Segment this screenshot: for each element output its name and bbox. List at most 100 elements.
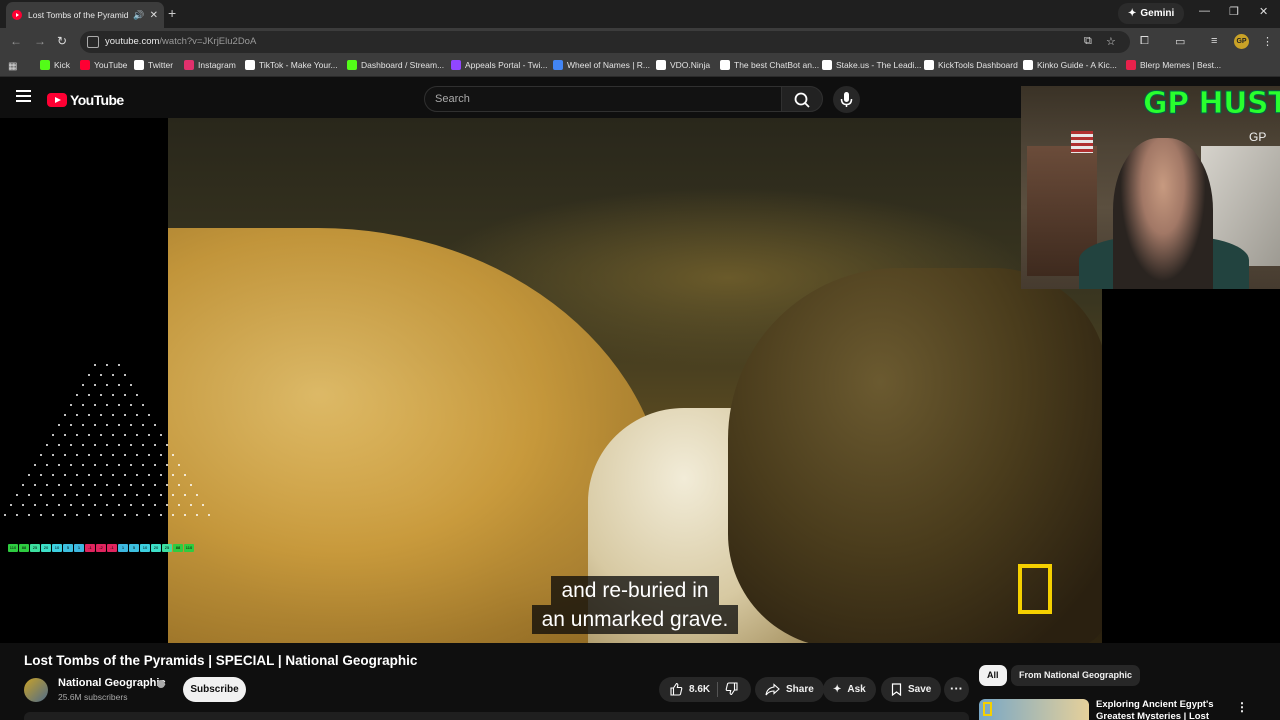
bookmark-label: Kick xyxy=(54,60,71,70)
bookmark-item[interactable]: Stake.us - The Leadi... xyxy=(822,60,921,70)
description-box[interactable] xyxy=(24,712,969,720)
plinko-peg xyxy=(88,454,90,456)
ask-button[interactable]: ✦ Ask xyxy=(823,677,876,702)
extensions-icon[interactable]: ⧠ xyxy=(1140,35,1149,48)
plinko-peg xyxy=(124,434,126,436)
bookmark-item[interactable]: VDO.Ninja xyxy=(656,60,710,70)
browser-menu-icon[interactable]: ⋮ xyxy=(1262,35,1273,48)
plinko-peg xyxy=(160,474,162,476)
thumbs-down-icon xyxy=(725,682,738,696)
bookmark-item[interactable]: The best ChatBot an... xyxy=(720,60,819,70)
speaker-icon[interactable]: 🔊 xyxy=(133,10,144,21)
plinko-peg xyxy=(88,394,90,396)
voice-search-button[interactable] xyxy=(833,86,860,113)
back-icon[interactable]: ← xyxy=(10,34,22,48)
bookmark-favicon-icon xyxy=(1126,60,1136,70)
like-button[interactable]: 8.6K xyxy=(669,682,710,696)
gemini-button[interactable]: ✦ Gemini xyxy=(1118,3,1185,24)
media-control-icon[interactable]: ≡ xyxy=(1211,35,1217,47)
profile-avatar[interactable]: GP xyxy=(1234,34,1249,49)
install-app-icon[interactable]: ⧉ xyxy=(1084,35,1092,48)
save-button[interactable]: Save xyxy=(881,677,942,702)
bookmark-label: Wheel of Names | R... xyxy=(567,60,650,70)
plinko-peg xyxy=(58,424,60,426)
recommended-thumbnail[interactable] xyxy=(979,699,1089,720)
close-tab-icon[interactable]: ✕ xyxy=(150,10,158,21)
plinko-peg xyxy=(136,474,138,476)
plinko-multiplier: 110 xyxy=(184,544,194,552)
plinko-peg xyxy=(40,454,42,456)
url-text[interactable]: youtube.com/watch?v=JKrjElu2DoA xyxy=(105,36,256,47)
bookmark-item[interactable]: TikTok - Make Your... xyxy=(245,60,338,70)
bookmark-item[interactable]: Appeals Portal - Twi... xyxy=(451,60,548,70)
plinko-peg xyxy=(70,404,72,406)
plinko-peg xyxy=(142,484,144,486)
plinko-peg xyxy=(130,504,132,506)
plinko-peg xyxy=(100,494,102,496)
chip-all[interactable]: All xyxy=(979,665,1007,686)
bookmark-item[interactable]: Dashboard / Stream... xyxy=(347,60,444,70)
plinko-peg xyxy=(40,494,42,496)
plinko-peg xyxy=(124,494,126,496)
browser-tab[interactable]: Lost Tombs of the Pyramids 🔊 ✕ xyxy=(6,2,164,28)
webcam-overlay: GP HUSTLA GP xyxy=(1021,86,1280,289)
close-window-icon[interactable]: ✕ xyxy=(1259,5,1268,18)
plinko-peg xyxy=(172,474,174,476)
plinko-peg xyxy=(124,374,126,376)
restore-icon[interactable]: ❐ xyxy=(1229,5,1239,18)
like-count: 8.6K xyxy=(689,683,711,695)
minimize-icon[interactable]: — xyxy=(1199,5,1210,17)
plinko-peg xyxy=(82,444,84,446)
new-tab-button[interactable]: + xyxy=(168,5,176,21)
plinko-peg xyxy=(64,434,66,436)
apps-grid-icon[interactable]: ▦ xyxy=(8,61,17,72)
address-bar[interactable]: youtube.com/watch?v=JKrjElu2DoA ⧉ ☆ xyxy=(80,31,1130,53)
plinko-peg xyxy=(16,514,18,516)
subscribe-button[interactable]: Subscribe xyxy=(183,677,246,702)
plinko-peg xyxy=(142,424,144,426)
channel-avatar[interactable] xyxy=(24,678,48,702)
bookmark-item[interactable]: Blerp Memes | Best... xyxy=(1126,60,1221,70)
plinko-peg xyxy=(70,424,72,426)
bookmark-star-icon[interactable]: ☆ xyxy=(1106,35,1116,48)
reload-icon[interactable]: ↻ xyxy=(57,34,67,48)
bookmark-item[interactable]: Kick xyxy=(40,60,70,70)
channel-name[interactable]: National Geographic xyxy=(58,677,166,689)
microphone-icon xyxy=(840,92,853,107)
recommended-title[interactable]: Exploring Ancient Egypt's Greatest Myste… xyxy=(1096,699,1216,720)
plinko-peg xyxy=(136,454,138,456)
youtube-logo[interactable]: YouTube xyxy=(47,92,124,108)
share-button[interactable]: Share xyxy=(755,677,824,702)
plinko-peg xyxy=(76,474,78,476)
more-actions-button[interactable]: ··· xyxy=(944,677,969,702)
video-frame[interactable]: and re-buried in an unmarked grave. xyxy=(168,118,1102,643)
bookmark-favicon-icon xyxy=(134,60,144,70)
site-info-icon[interactable] xyxy=(87,36,99,48)
forward-icon[interactable]: → xyxy=(34,34,46,48)
bookmark-item[interactable]: YouTube xyxy=(80,60,127,70)
bookmark-item[interactable]: Wheel of Names | R... xyxy=(553,60,650,70)
search-input[interactable]: Search xyxy=(424,86,782,112)
chip-from-channel[interactable]: From National Geographic xyxy=(1011,665,1141,686)
plinko-peg xyxy=(166,464,168,466)
plinko-peg xyxy=(130,444,132,446)
plinko-multiplier: 25 xyxy=(30,544,40,552)
plinko-peg xyxy=(64,454,66,456)
cast-icon[interactable]: ▭ xyxy=(1175,35,1185,48)
plinko-peg xyxy=(94,404,96,406)
hamburger-menu-icon[interactable] xyxy=(16,90,31,102)
bookmark-item[interactable]: Kinko Guide - A Kic... xyxy=(1023,60,1117,70)
recommended-more-icon[interactable]: ⋮ xyxy=(1236,700,1248,714)
plinko-peg xyxy=(160,514,162,516)
bookmark-favicon-icon xyxy=(80,60,90,70)
search-icon xyxy=(794,92,810,108)
bookmark-item[interactable]: KickTools Dashboard xyxy=(924,60,1018,70)
bookmark-item[interactable]: Twitter xyxy=(134,60,173,70)
bookmark-item[interactable]: Instagram xyxy=(184,60,236,70)
plinko-peg xyxy=(112,454,114,456)
search-button[interactable] xyxy=(781,86,823,112)
plinko-multiplier: 88 xyxy=(173,544,183,552)
plinko-peg xyxy=(136,514,138,516)
dislike-button[interactable] xyxy=(725,682,739,699)
verified-icon xyxy=(157,680,165,688)
